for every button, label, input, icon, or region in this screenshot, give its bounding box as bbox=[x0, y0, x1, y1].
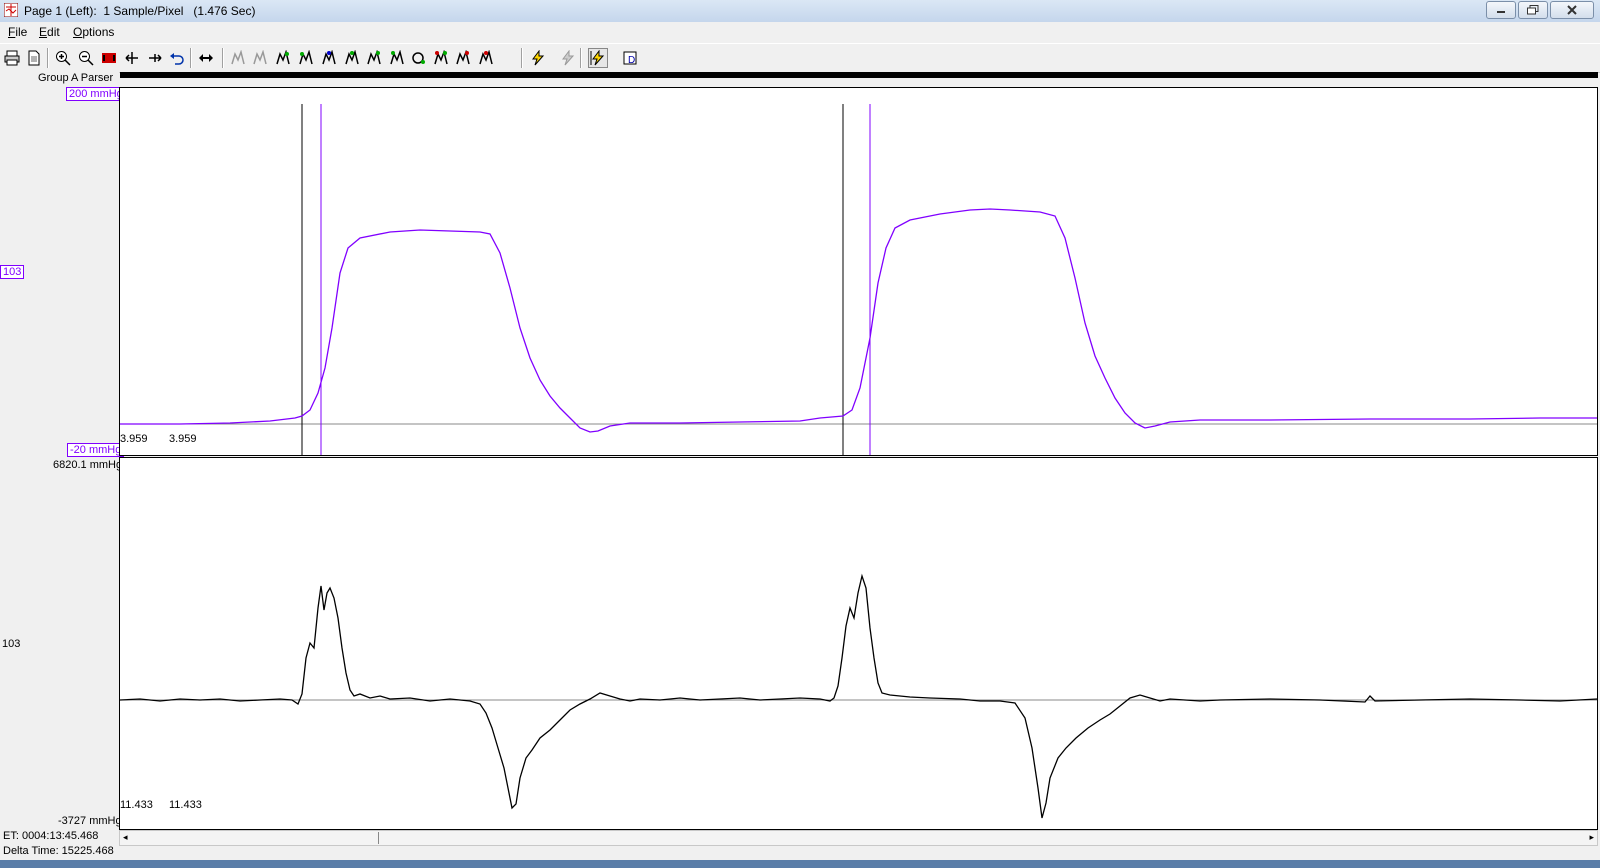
bottom-derivative-chart[interactable]: 11.433 11.433 bbox=[119, 457, 1598, 830]
undo-button[interactable] bbox=[167, 48, 187, 68]
parser-button-5[interactable] bbox=[319, 48, 339, 68]
bottom-ymin-label: -3727 mmHg bbox=[58, 815, 122, 827]
scroll-thumb[interactable] bbox=[378, 832, 387, 844]
elapsed-time-status: ET: 0004:13:45.468 bbox=[3, 830, 99, 842]
top-mid-label: 103 bbox=[0, 265, 25, 279]
parser-icon-5 bbox=[322, 50, 336, 65]
bottom-mid-label: 103 bbox=[2, 638, 21, 650]
parser-icon-7 bbox=[367, 50, 381, 65]
close-icon bbox=[1567, 5, 1577, 15]
menu-edit[interactable]: Edit bbox=[39, 25, 60, 39]
parser-button-10[interactable] bbox=[431, 48, 451, 68]
scroll-right-arrow[interactable]: ▸ bbox=[1589, 832, 1594, 843]
parser-button-2[interactable] bbox=[250, 48, 270, 68]
parser-icon-11 bbox=[456, 50, 470, 65]
parser-button-9[interactable] bbox=[409, 48, 429, 68]
page-button[interactable] bbox=[24, 48, 44, 68]
bottom-cursor-value-1: 11.433 bbox=[120, 799, 153, 811]
lightning-disabled-icon bbox=[562, 50, 575, 66]
top-pressure-trace bbox=[120, 208, 1597, 433]
page-icon bbox=[28, 50, 40, 66]
minimize-button[interactable] bbox=[1486, 1, 1516, 19]
zoom-out-button[interactable] bbox=[76, 48, 96, 68]
parser-icon-9 bbox=[412, 52, 425, 64]
parser-icon-10 bbox=[434, 50, 448, 65]
svg-text:D: D bbox=[628, 55, 635, 66]
parser-button-11[interactable] bbox=[453, 48, 473, 68]
top-pressure-chart[interactable]: 3.959 3.959 bbox=[119, 87, 1598, 456]
horizontal-arrows-button[interactable] bbox=[196, 48, 216, 68]
bottom-cursor-value-2: 11.433 bbox=[169, 799, 202, 811]
parser-icon-12 bbox=[479, 50, 493, 65]
expand-icon bbox=[125, 52, 138, 64]
parser-button-8[interactable] bbox=[387, 48, 407, 68]
undo-icon bbox=[170, 53, 184, 65]
app-icon bbox=[4, 3, 18, 17]
horizontal-scrollbar[interactable]: ◂ ▸ bbox=[119, 830, 1598, 846]
top-cursor-value-1: 3.959 bbox=[120, 433, 148, 445]
print-icon bbox=[4, 50, 20, 66]
window-title: Page 1 (Left): 1 Sample/Pixel (1.476 Sec… bbox=[24, 4, 256, 18]
parser-button-1[interactable] bbox=[228, 48, 248, 68]
top-ymin-label: -20 mmHg bbox=[67, 443, 125, 457]
restore-button[interactable] bbox=[1518, 1, 1548, 19]
lightning-pressed-button[interactable] bbox=[588, 48, 608, 68]
delta-time-status: Delta Time: 15225.468 bbox=[3, 845, 114, 857]
parser-button-12[interactable] bbox=[476, 48, 496, 68]
compress-icon bbox=[149, 54, 162, 62]
close-button[interactable] bbox=[1550, 1, 1594, 19]
compress-button[interactable] bbox=[145, 48, 165, 68]
left-label-panel bbox=[0, 72, 119, 812]
menu-bar: File Edit Options bbox=[0, 22, 1600, 42]
parser-icon-6 bbox=[345, 50, 359, 65]
print-button[interactable] bbox=[2, 48, 22, 68]
taskbar bbox=[0, 860, 1600, 868]
marker-icon bbox=[102, 53, 116, 63]
toolbar: D bbox=[0, 43, 1600, 73]
top-chart-svg bbox=[120, 104, 1597, 455]
menu-options[interactable]: Options bbox=[73, 25, 114, 39]
minimize-icon bbox=[1497, 11, 1505, 13]
parser-icon-1 bbox=[231, 50, 245, 65]
group-label: Group A Parser bbox=[38, 72, 114, 84]
info-icon: D bbox=[623, 51, 637, 66]
parser-button-4[interactable] bbox=[296, 48, 316, 68]
parser-button-7[interactable] bbox=[364, 48, 384, 68]
parser-button-6[interactable] bbox=[342, 48, 362, 68]
parser-icon-8 bbox=[390, 50, 404, 65]
parser-icon-2 bbox=[253, 50, 267, 65]
scroll-left-arrow[interactable]: ◂ bbox=[123, 832, 128, 843]
marker-button[interactable] bbox=[99, 48, 119, 68]
lightning-icon bbox=[532, 50, 545, 66]
zoom-in-button[interactable] bbox=[53, 48, 73, 68]
top-ymax-label: 200 mmHg bbox=[66, 87, 126, 101]
top-cursor-value-2: 3.959 bbox=[169, 433, 197, 445]
group-divider-bar bbox=[120, 72, 1598, 78]
bottom-derivative-trace bbox=[120, 573, 1597, 819]
zoom-in-icon bbox=[56, 51, 71, 66]
parser-icon-3 bbox=[276, 50, 290, 65]
restore-icon bbox=[1527, 5, 1539, 15]
title-bar: Page 1 (Left): 1 Sample/Pixel (1.476 Sec… bbox=[0, 0, 1600, 23]
info-button[interactable]: D bbox=[620, 48, 640, 68]
expand-button[interactable] bbox=[122, 48, 142, 68]
parser-icon-4 bbox=[299, 50, 313, 65]
bottom-chart-svg bbox=[120, 573, 1597, 819]
horizontal-arrows-icon bbox=[199, 54, 213, 62]
lightning-pressed-icon bbox=[590, 50, 605, 66]
lightning-button[interactable] bbox=[528, 48, 548, 68]
zoom-out-icon bbox=[79, 51, 94, 66]
menu-file[interactable]: File bbox=[8, 25, 27, 39]
parser-button-3[interactable] bbox=[273, 48, 293, 68]
bottom-ymax-label: 6820.1 mmHg bbox=[53, 459, 123, 471]
lightning-disabled-button[interactable] bbox=[558, 48, 578, 68]
